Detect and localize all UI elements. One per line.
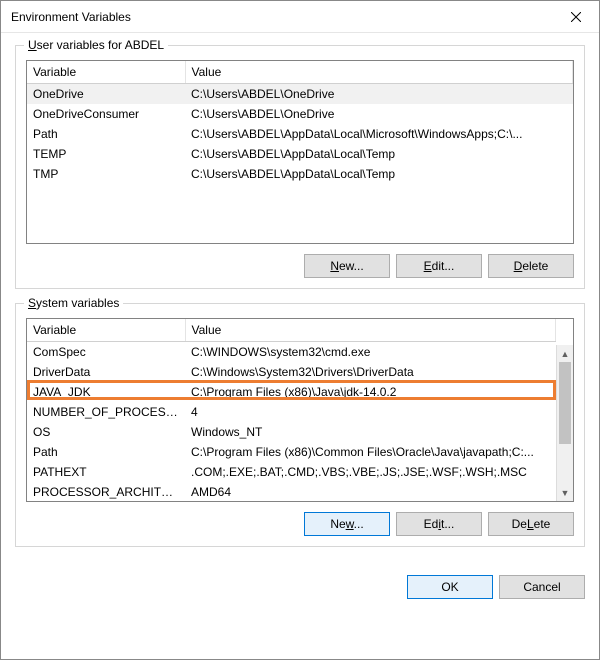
system-variables-list[interactable]: Variable Value ComSpecC:\WINDOWS\system3… [26,318,574,502]
user-variables-label: User variables for ABDEL [24,38,168,52]
system-variables-group: System variables Variable Value ComSpecC… [15,303,585,547]
variable-value: Windows_NT [185,422,556,442]
variable-value: C:\Windows\System32\Drivers\DriverData [185,362,556,382]
variable-value: C:\Users\ABDEL\AppData\Local\Microsoft\W… [185,124,573,144]
table-row[interactable]: NUMBER_OF_PROCESSORS4 [27,402,556,422]
column-header-variable[interactable]: Variable [27,319,185,342]
variable-value: C:\Users\ABDEL\AppData\Local\Temp [185,144,573,164]
close-button[interactable] [553,1,599,33]
system-variables-table: Variable Value ComSpecC:\WINDOWS\system3… [27,319,556,502]
table-row[interactable]: PATHEXT.COM;.EXE;.BAT;.CMD;.VBS;.VBE;.JS… [27,462,556,482]
user-variables-table: Variable Value OneDriveC:\Users\ABDEL\On… [27,61,573,184]
system-variables-label: System variables [24,296,123,310]
table-row[interactable]: PathC:\Users\ABDEL\AppData\Local\Microso… [27,124,573,144]
table-row[interactable]: TMPC:\Users\ABDEL\AppData\Local\Temp [27,164,573,184]
system-edit-button[interactable]: Edit... [396,512,482,536]
dialog-content: User variables for ABDEL Variable Value … [1,33,599,575]
variable-name: OneDrive [27,84,185,105]
variable-name: NUMBER_OF_PROCESSORS [27,402,185,422]
window-title: Environment Variables [11,10,131,24]
variable-name: Path [27,124,185,144]
variable-name: OneDriveConsumer [27,104,185,124]
table-row[interactable]: OSWindows_NT [27,422,556,442]
system-new-button[interactable]: New... [304,512,390,536]
ok-button[interactable]: OK [407,575,493,599]
variable-value: C:\Users\ABDEL\OneDrive [185,84,573,105]
user-variables-list[interactable]: Variable Value OneDriveC:\Users\ABDEL\On… [26,60,574,244]
user-edit-button[interactable]: Edit... [396,254,482,278]
variable-value: C:\Program Files (x86)\Common Files\Orac… [185,442,556,462]
table-row[interactable]: PathC:\Program Files (x86)\Common Files\… [27,442,556,462]
close-icon [571,12,581,22]
variable-name: JAVA_JDK [27,382,185,402]
table-row[interactable]: PROCESSOR_ARCHITECTU...AMD64 [27,482,556,502]
user-delete-button[interactable]: Delete [488,254,574,278]
system-buttons-row: New... Edit... DeLete [26,512,574,536]
system-scrollbar[interactable]: ▲ ▼ [556,345,573,501]
system-delete-button[interactable]: DeLete [488,512,574,536]
title-bar: Environment Variables [1,1,599,33]
table-row[interactable]: ComSpecC:\WINDOWS\system32\cmd.exe [27,342,556,363]
column-header-variable[interactable]: Variable [27,61,185,84]
variable-name: ComSpec [27,342,185,363]
table-row[interactable]: OneDriveC:\Users\ABDEL\OneDrive [27,84,573,105]
user-new-button[interactable]: New... [304,254,390,278]
variable-name: TMP [27,164,185,184]
user-buttons-row: New... Edit... Delete [26,254,574,278]
variable-value: C:\WINDOWS\system32\cmd.exe [185,342,556,363]
table-row[interactable]: OneDriveConsumerC:\Users\ABDEL\OneDrive [27,104,573,124]
variable-value: 4 [185,402,556,422]
dialog-footer: OK Cancel [1,575,599,613]
variable-value: C:\Program Files (x86)\Java\jdk-14.0.2 [185,382,556,402]
table-row[interactable]: TEMPC:\Users\ABDEL\AppData\Local\Temp [27,144,573,164]
scroll-thumb[interactable] [559,362,571,444]
cancel-button[interactable]: Cancel [499,575,585,599]
variable-value: .COM;.EXE;.BAT;.CMD;.VBS;.VBE;.JS;.JSE;.… [185,462,556,482]
column-header-value[interactable]: Value [185,319,556,342]
variable-name: PATHEXT [27,462,185,482]
scroll-up-arrow-icon[interactable]: ▲ [557,345,573,362]
variable-name: Path [27,442,185,462]
variable-name: OS [27,422,185,442]
table-row[interactable]: JAVA_JDKC:\Program Files (x86)\Java\jdk-… [27,382,556,402]
variable-name: TEMP [27,144,185,164]
variable-name: DriverData [27,362,185,382]
variable-value: AMD64 [185,482,556,502]
variable-value: C:\Users\ABDEL\AppData\Local\Temp [185,164,573,184]
scroll-down-arrow-icon[interactable]: ▼ [557,484,573,501]
variable-value: C:\Users\ABDEL\OneDrive [185,104,573,124]
variable-name: PROCESSOR_ARCHITECTU... [27,482,185,502]
user-variables-group: User variables for ABDEL Variable Value … [15,45,585,289]
column-header-value[interactable]: Value [185,61,573,84]
table-row[interactable]: DriverDataC:\Windows\System32\Drivers\Dr… [27,362,556,382]
